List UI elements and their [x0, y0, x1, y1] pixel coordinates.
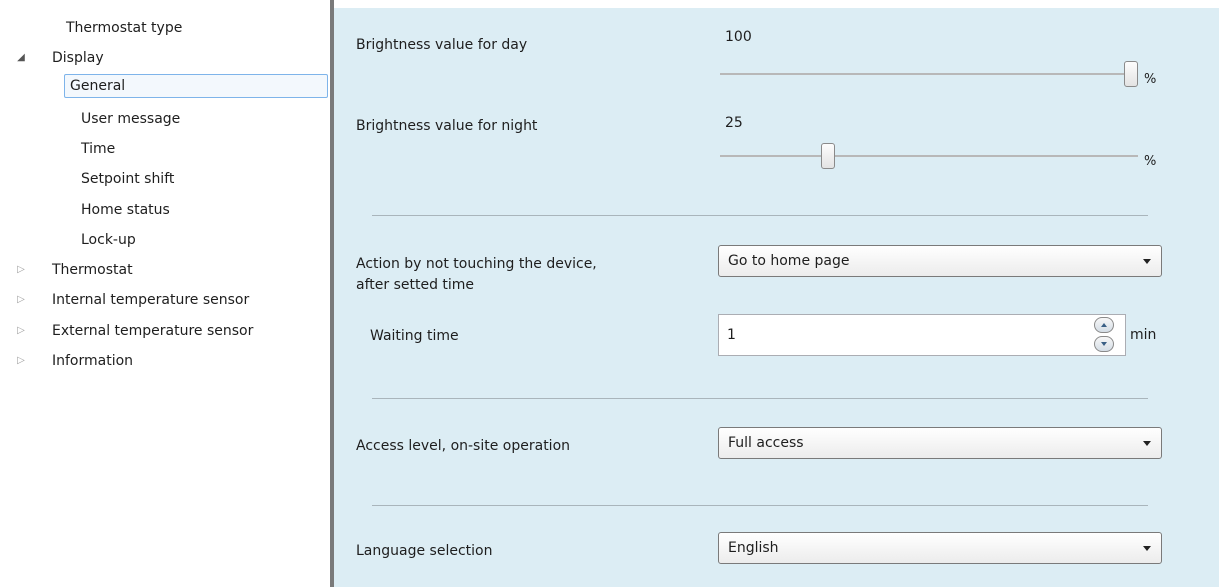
tree-item-label: Information	[52, 353, 134, 369]
brightness-day-slider-thumb[interactable]	[1124, 61, 1138, 87]
brightness-night-slider-thumb[interactable]	[821, 143, 835, 169]
section-divider	[372, 215, 1148, 216]
collapsed-triangle-icon[interactable]: ▷	[15, 349, 27, 373]
tree-item-label: General	[70, 78, 126, 94]
tree-item-display[interactable]: Display	[52, 46, 104, 70]
tree-item-label: Home status	[81, 202, 170, 218]
tree-item-home-status[interactable]: Home status	[81, 198, 170, 222]
spin-up-icon	[1101, 323, 1107, 327]
tree-item-label: External temperature sensor	[52, 323, 254, 339]
parameter-tree: Thermostat type ◢ Display General User m…	[0, 0, 330, 587]
brightness-day-label: Brightness value for day	[356, 37, 528, 53]
brightness-day-slider-track[interactable]	[720, 73, 1138, 75]
access-level-selected: Full access	[728, 435, 804, 451]
action-untouched-label-line1: Action by not touching the device,	[356, 256, 597, 272]
action-untouched-label-line2: after setted time	[356, 277, 475, 293]
tree-item-lock-up[interactable]: Lock-up	[81, 228, 136, 252]
waiting-time-label: Waiting time	[370, 328, 459, 344]
brightness-night-value: 25	[725, 115, 743, 131]
chevron-down-icon	[1143, 546, 1151, 551]
expanded-triangle-icon[interactable]: ◢	[15, 46, 27, 70]
tree-item-thermostat[interactable]: Thermostat	[52, 258, 133, 282]
section-divider	[372, 398, 1148, 399]
brightness-day-value: 100	[725, 29, 752, 45]
access-level-label: Access level, on-site operation	[356, 438, 571, 454]
waiting-time-value: 1	[727, 327, 736, 343]
collapsed-triangle-icon[interactable]: ▷	[15, 319, 27, 343]
tree-item-label: Thermostat	[52, 262, 133, 278]
language-dropdown[interactable]: English	[718, 532, 1162, 564]
brightness-day-unit: %	[1144, 72, 1157, 87]
collapsed-triangle-icon[interactable]: ▷	[15, 288, 27, 312]
language-selected: English	[728, 540, 779, 556]
spin-up-button[interactable]	[1094, 317, 1114, 333]
action-untouched-selected: Go to home page	[728, 253, 850, 269]
action-untouched-dropdown[interactable]: Go to home page	[718, 245, 1162, 277]
brightness-night-label: Brightness value for night	[356, 118, 538, 134]
collapsed-triangle-icon[interactable]: ▷	[15, 258, 27, 282]
waiting-time-input[interactable]: 1	[718, 314, 1126, 356]
tree-item-label: Display	[52, 50, 104, 66]
tree-item-label: Time	[81, 141, 116, 157]
waiting-time-unit: min	[1130, 327, 1157, 343]
tree-item-general[interactable]: General	[64, 74, 328, 98]
tree-item-label: Thermostat type	[66, 20, 183, 36]
parameter-panel: Brightness value for day 100 % Brightnes…	[334, 0, 1219, 587]
tree-item-label: User message	[81, 111, 181, 127]
tree-item-internal-temperature-sensor[interactable]: Internal temperature sensor	[52, 288, 249, 312]
chevron-down-icon	[1143, 259, 1151, 264]
tree-item-time[interactable]: Time	[81, 137, 115, 161]
brightness-night-slider-track[interactable]	[720, 155, 1138, 157]
spin-down-icon	[1101, 342, 1107, 346]
tree-item-external-temperature-sensor[interactable]: External temperature sensor	[52, 319, 253, 343]
panel-background	[334, 8, 1219, 587]
tree-item-information[interactable]: Information	[52, 349, 133, 373]
access-level-dropdown[interactable]: Full access	[718, 427, 1162, 459]
spin-down-button[interactable]	[1094, 336, 1114, 352]
section-divider	[372, 505, 1148, 506]
tree-item-user-message[interactable]: User message	[81, 107, 180, 131]
tree-item-label: Setpoint shift	[81, 171, 175, 187]
language-label: Language selection	[356, 543, 493, 559]
brightness-night-unit: %	[1144, 154, 1157, 169]
tree-item-label: Lock-up	[81, 232, 136, 248]
chevron-down-icon	[1143, 441, 1151, 446]
tree-item-label: Internal temperature sensor	[52, 292, 250, 308]
tree-item-thermostat-type[interactable]: Thermostat type	[66, 16, 182, 40]
tree-item-setpoint-shift[interactable]: Setpoint shift	[81, 167, 174, 191]
